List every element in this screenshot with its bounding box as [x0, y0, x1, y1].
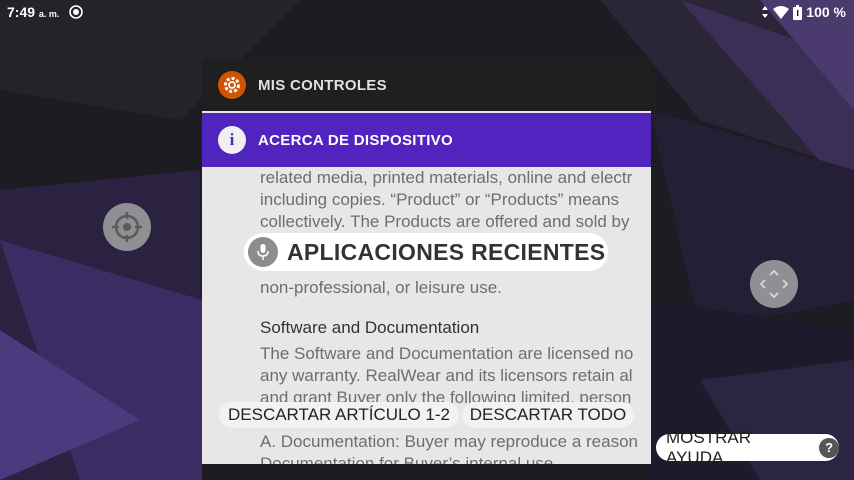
pan-button[interactable] — [750, 260, 798, 308]
dismiss-all-button[interactable]: DESCARTAR TODO — [462, 402, 634, 428]
status-time-ampm: a. m. — [38, 9, 60, 19]
dismiss-item-button[interactable]: DESCARTAR ARTÍCULO 1-2 — [219, 402, 459, 428]
crosshair-icon — [112, 212, 142, 242]
help-icon: ? — [819, 437, 839, 458]
mic-icon — [248, 237, 278, 267]
status-time: 7:49 a. m. — [7, 4, 59, 20]
doc-line: A. Documentation: Buyer may reproduce a … — [260, 432, 638, 451]
wifi-icon — [773, 5, 790, 19]
doc-line: any warranty. RealWear and its licensors… — [260, 366, 633, 385]
pan-arrows-icon — [759, 269, 789, 299]
my-controls-header[interactable]: MIS CONTROLES — [202, 59, 651, 111]
show-help-label: MOSTRAR AYUDA — [666, 427, 751, 467]
recent-apps-command[interactable]: APLICACIONES RECIENTES — [244, 233, 608, 271]
doc-line: related media, printed materials, online… — [260, 168, 633, 187]
doc-line: Documentation for Buyer’s internal use. — [260, 454, 558, 464]
my-controls-label: MIS CONTROLES — [258, 77, 387, 94]
doc-section-heading: Software and Documentation — [260, 318, 480, 337]
tab-about-device[interactable]: i ACERCA DE DISPOSITIVO — [202, 113, 651, 167]
battery-icon — [793, 4, 803, 20]
status-bar: 7:49 a. m. 100 % — [0, 0, 854, 24]
cast-icon — [69, 5, 83, 19]
doc-line: collectively. The Products are offered a… — [260, 212, 630, 231]
about-device-label: ACERCA DE DISPOSITIVO — [258, 132, 453, 149]
info-icon: i — [218, 126, 246, 154]
recent-apps-label: APLICACIONES RECIENTES — [287, 238, 606, 265]
battery-percent: 100 % — [806, 4, 846, 20]
gear-icon — [218, 71, 246, 99]
show-help-button[interactable]: MOSTRAR AYUDA ? — [656, 428, 839, 467]
doc-line: The Software and Documentation are licen… — [260, 344, 634, 363]
status-time-value: 7:49 — [7, 4, 36, 20]
status-right: 100 % — [761, 4, 846, 20]
doc-line: non-professional, or leisure use. — [260, 278, 502, 297]
crosshair-button[interactable] — [103, 203, 151, 251]
signal-arrows-icon — [762, 6, 769, 18]
doc-line: including copies. “Product” or “Products… — [260, 190, 620, 209]
